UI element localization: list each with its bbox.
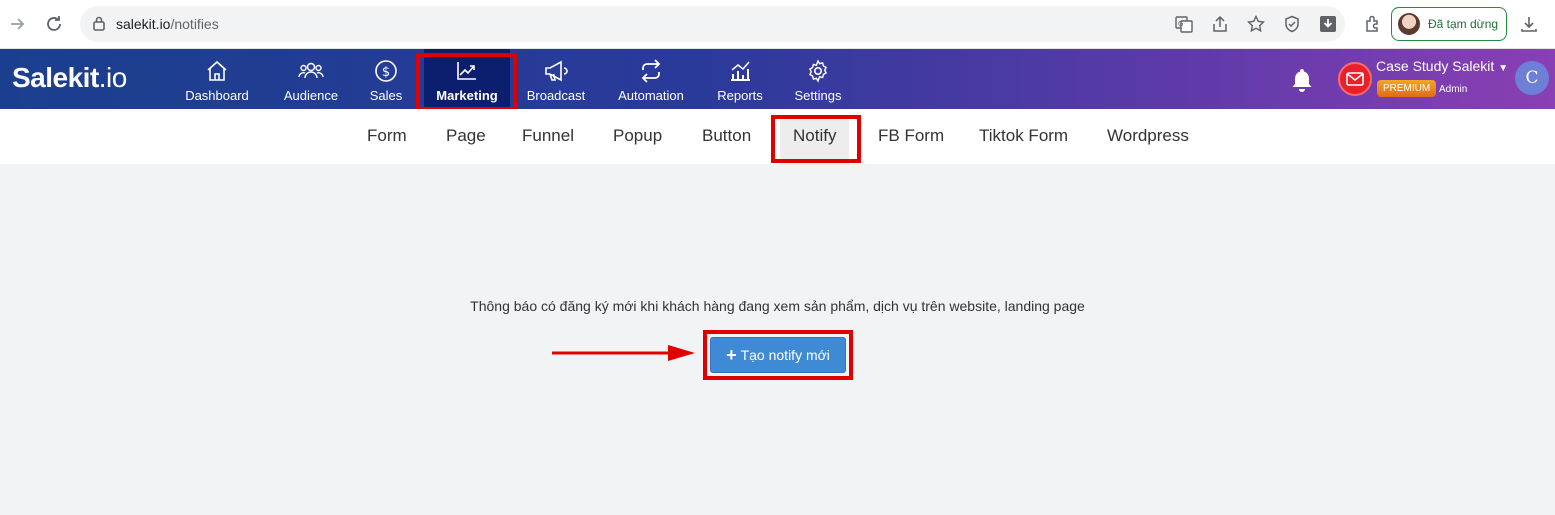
trending-icon	[454, 58, 480, 84]
translate-icon[interactable]: G	[1174, 14, 1194, 34]
tab-notify[interactable]: Notify	[780, 117, 850, 165]
account-role: Admin	[1439, 84, 1468, 95]
create-notify-label: Tạo notify mới	[740, 347, 830, 363]
users-icon	[298, 58, 324, 84]
profile-avatar	[1398, 13, 1420, 35]
notify-description: Thông báo có đăng ký mới khi khách hàng …	[470, 298, 1085, 314]
nav-settings[interactable]: Settings	[794, 49, 842, 109]
nav-reports[interactable]: Reports	[715, 49, 765, 109]
downloads-icon[interactable]	[1517, 12, 1541, 36]
marketing-subnav: Form Page Funnel Popup Button Notify FB …	[0, 109, 1555, 165]
app-header: Salekit.io Dashboard Audience $ Sales Ma…	[0, 49, 1555, 109]
nav-broadcast-label: Broadcast	[526, 88, 586, 103]
plus-icon: +	[726, 345, 737, 365]
chart-icon	[727, 58, 753, 84]
dollar-icon: $	[373, 58, 399, 84]
nav-settings-label: Settings	[794, 88, 842, 103]
nav-audience[interactable]: Audience	[280, 49, 342, 109]
shield-icon[interactable]	[1282, 14, 1302, 34]
premium-badge: PREMIUM	[1377, 80, 1437, 97]
nav-dashboard-label: Dashboard	[185, 88, 249, 103]
tab-wordpress[interactable]: Wordpress	[1107, 126, 1189, 146]
caret-down-icon: ▼	[1498, 63, 1509, 74]
tab-popup[interactable]: Popup	[613, 126, 662, 146]
url-text: salekit.io/notifies	[116, 16, 219, 32]
tab-button[interactable]: Button	[702, 126, 751, 146]
tab-tiktok-form[interactable]: Tiktok Form	[979, 126, 1068, 146]
nav-marketing-label: Marketing	[436, 88, 498, 103]
extensions-icon[interactable]	[1361, 12, 1385, 36]
browser-toolbar: salekit.io/notifies G Đã tạm dừng	[0, 0, 1555, 49]
address-bar[interactable]: salekit.io/notifies G	[80, 6, 1345, 42]
bell-icon[interactable]	[1290, 67, 1314, 98]
home-icon	[204, 58, 230, 84]
nav-broadcast[interactable]: Broadcast	[525, 49, 587, 109]
tab-form[interactable]: Form	[367, 126, 407, 146]
nav-dashboard[interactable]: Dashboard	[183, 49, 251, 109]
svg-text:$: $	[382, 65, 390, 80]
reload-icon[interactable]	[42, 12, 66, 36]
create-notify-button[interactable]: + Tạo notify mới	[710, 337, 846, 373]
star-icon[interactable]	[1246, 14, 1266, 34]
profile-status-text: Đã tạm dừng	[1428, 17, 1499, 31]
megaphone-icon	[543, 58, 569, 84]
svg-text:G: G	[1178, 20, 1183, 28]
user-avatar[interactable]: C	[1515, 61, 1549, 95]
tab-page[interactable]: Page	[446, 126, 486, 146]
nav-reports-label: Reports	[717, 88, 763, 103]
tab-fb-form[interactable]: FB Form	[878, 126, 944, 146]
gear-icon	[805, 58, 831, 84]
pointer-arrow	[552, 345, 695, 361]
nav-sales[interactable]: $ Sales	[366, 49, 406, 109]
forward-icon[interactable]	[6, 12, 30, 36]
profile-paused-chip[interactable]: Đã tạm dừng	[1391, 7, 1507, 41]
account-name[interactable]: Case Study Salekit ▼	[1376, 58, 1508, 74]
nav-automation[interactable]: Automation	[615, 49, 687, 109]
nav-marketing[interactable]: Marketing	[424, 49, 510, 109]
salekit-logo[interactable]: Salekit.io	[12, 62, 127, 94]
repeat-icon	[638, 58, 664, 84]
mail-icon[interactable]	[1338, 62, 1372, 96]
nav-audience-label: Audience	[283, 88, 339, 103]
tab-funnel[interactable]: Funnel	[522, 126, 574, 146]
download-extension-icon[interactable]	[1318, 14, 1338, 34]
nav-sales-label: Sales	[369, 88, 403, 103]
nav-automation-label: Automation	[618, 88, 684, 103]
share-icon[interactable]	[1210, 14, 1230, 34]
lock-icon	[92, 15, 106, 36]
